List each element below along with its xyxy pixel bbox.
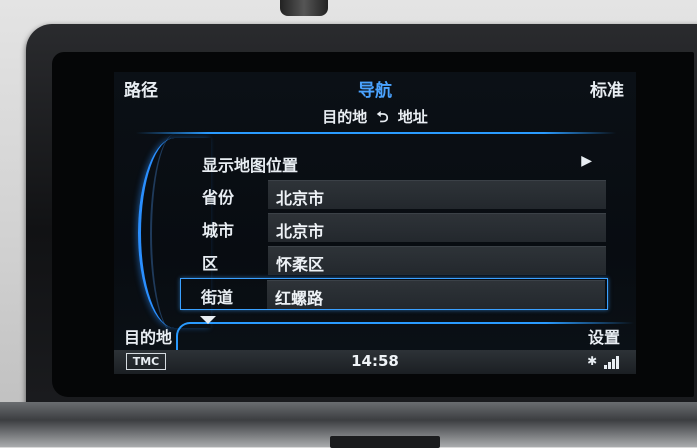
- signal-bars-icon: [604, 355, 620, 369]
- status-icons: ✱: [587, 354, 620, 369]
- city-value-box[interactable]: 北京市: [268, 213, 606, 242]
- status-bar: TMC 14:58 ✱: [114, 350, 636, 374]
- breadcrumb-address: 地址: [397, 108, 428, 126]
- chevron-right-icon: ▶: [581, 153, 592, 169]
- destination-tab[interactable]: 目的地: [124, 324, 172, 348]
- city-label: 城市: [202, 221, 235, 240]
- trim-slot: [330, 436, 440, 448]
- district-value-box[interactable]: 怀柔区: [268, 246, 606, 275]
- tab-notch-icon: [200, 316, 216, 324]
- city-value: 北京市: [276, 222, 325, 241]
- tab-curve: [176, 322, 198, 350]
- province-field-row[interactable]: 省份 北京市: [198, 180, 608, 209]
- street-value-box[interactable]: 红螺路: [267, 280, 605, 309]
- street-field-row[interactable]: 街道 红螺路: [180, 278, 608, 310]
- province-value: 北京市: [276, 189, 325, 208]
- standard-mode-button[interactable]: 标准: [590, 76, 624, 101]
- breadcrumb-destination: 目的地: [322, 108, 368, 126]
- province-value-box[interactable]: 北京市: [268, 180, 606, 209]
- street-value: 红螺路: [275, 289, 324, 308]
- show-map-position-label: 显示地图位置: [202, 156, 299, 175]
- show-map-position-item[interactable]: 显示地图位置 ▶: [198, 148, 608, 176]
- device-mount: [280, 0, 328, 16]
- back-arrow-icon[interactable]: ⮌: [372, 108, 392, 126]
- district-field-row[interactable]: 区 怀柔区: [198, 246, 608, 275]
- city-field-row[interactable]: 城市 北京市: [198, 213, 608, 242]
- clock: 14:58: [351, 352, 399, 370]
- province-label: 省份: [202, 188, 235, 207]
- nav-screen: 路径 导航 标准 目的地 ⮌ 地址 显示地图位置 ▶ 省份 北京市 城市 北京市…: [114, 72, 636, 374]
- navigation-title: 导航: [358, 81, 392, 101]
- bluetooth-icon: ✱: [587, 354, 598, 368]
- breadcrumb: 目的地 ⮌ 地址: [114, 106, 636, 132]
- street-label: 街道: [201, 288, 234, 307]
- district-label: 区: [202, 254, 219, 273]
- settings-button[interactable]: 设置: [588, 324, 620, 348]
- bottom-divider: [194, 322, 634, 324]
- district-value: 怀柔区: [276, 255, 325, 274]
- dashboard-trim: [0, 402, 697, 448]
- header-divider: [136, 132, 616, 134]
